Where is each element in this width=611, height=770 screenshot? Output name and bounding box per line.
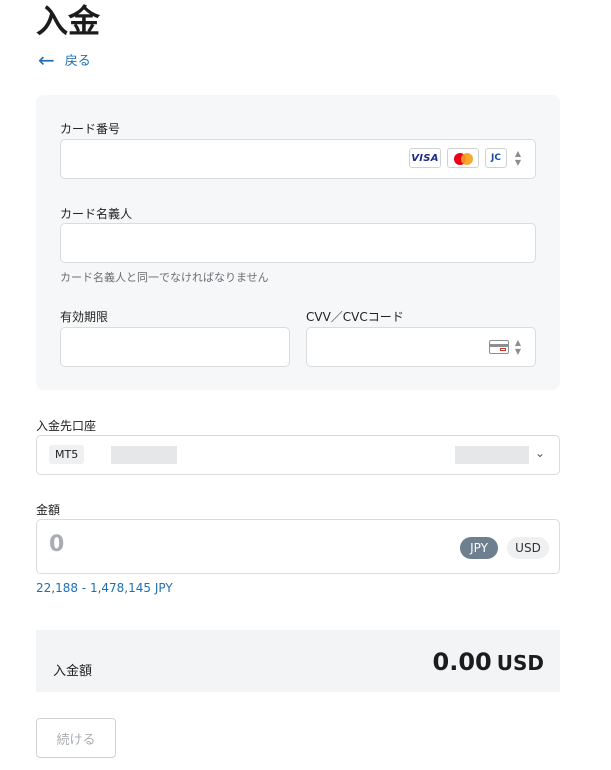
- masked-account-balance: [455, 446, 529, 464]
- card-number-input[interactable]: VISA JC ▲ ▼: [60, 139, 536, 179]
- amount-range: 22,188 - 1,478,145 JPY: [36, 581, 173, 595]
- card-details-panel: カード番号 VISA JC ▲ ▼ カード名義人 カード名義人と同一でなければなり…: [36, 95, 560, 390]
- continue-button[interactable]: 続ける: [36, 718, 116, 758]
- chevron-down-icon: ⌄: [534, 446, 545, 460]
- amount-value: 0: [49, 532, 65, 557]
- amount-label: 金額: [36, 503, 61, 517]
- amount-input[interactable]: 0 JPY USD: [36, 519, 560, 574]
- expiry-label: 有効期限: [60, 310, 109, 324]
- card-brand-icons: VISA JC ▲ ▼: [409, 148, 523, 168]
- cvv-icons: ▲ ▼: [489, 338, 523, 356]
- cvv-spinner-icon[interactable]: ▲ ▼: [513, 338, 523, 356]
- account-select[interactable]: MT5 ⌄: [36, 435, 560, 475]
- total-currency: USD: [496, 651, 544, 675]
- total-value: 0.00: [432, 648, 492, 676]
- currency-usd-button[interactable]: USD: [507, 537, 549, 559]
- platform-badge: MT5: [49, 445, 85, 464]
- deposit-page: 入金 ← 戻る カード番号 VISA JC ▲ ▼ カード名義人 カード名義人と同…: [0, 0, 611, 770]
- page-title: 入金: [36, 2, 101, 40]
- cardholder-label: カード名義人: [60, 207, 133, 221]
- currency-jpy-button[interactable]: JPY: [460, 537, 498, 559]
- account-label: 入金先口座: [36, 419, 97, 433]
- arrow-left-icon: ←: [38, 47, 55, 72]
- total-panel: 入金額 0.00 USD: [36, 630, 560, 692]
- expiry-input[interactable]: [60, 327, 290, 367]
- cardholder-hint: カード名義人と同一でなければなりません: [60, 271, 269, 284]
- cvv-card-icon: [489, 340, 509, 354]
- jcb-icon: JC: [485, 148, 507, 168]
- card-number-spinner-icon[interactable]: ▲ ▼: [513, 149, 523, 167]
- cvv-label: CVV／CVCコード: [306, 310, 404, 324]
- visa-icon: VISA: [409, 148, 441, 168]
- total-label: 入金額: [53, 664, 93, 679]
- cvv-input[interactable]: ▲ ▼: [306, 327, 536, 367]
- total-amount: 0.00 USD: [433, 648, 544, 676]
- cardholder-input[interactable]: [60, 223, 536, 263]
- mastercard-icon: [447, 148, 479, 168]
- card-number-label: カード番号: [60, 122, 121, 136]
- masked-account-number: [111, 446, 177, 464]
- back-label: 戻る: [64, 54, 91, 69]
- back-link[interactable]: ← 戻る: [38, 47, 91, 72]
